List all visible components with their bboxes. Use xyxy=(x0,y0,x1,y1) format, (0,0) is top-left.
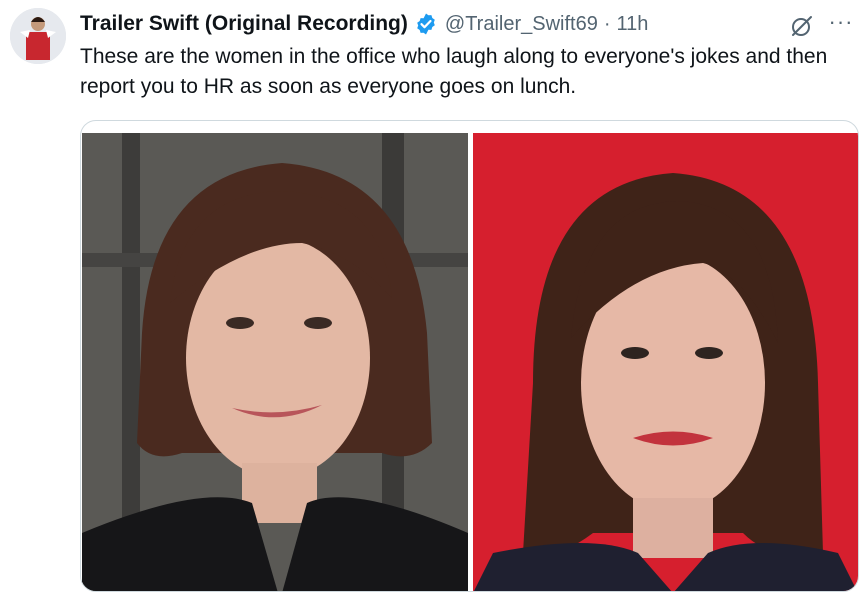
media-container[interactable] xyxy=(80,120,859,592)
photo-right[interactable] xyxy=(473,133,858,591)
photo-left-image xyxy=(82,133,468,591)
verified-badge-icon xyxy=(414,12,438,36)
separator-dot: · xyxy=(603,12,611,35)
display-name[interactable]: Trailer Swift (Original Recording) xyxy=(80,12,408,36)
photo-right-image xyxy=(473,133,858,591)
tweet-text: These are the women in the office who la… xyxy=(80,45,828,98)
avatar-image xyxy=(10,8,66,64)
timestamp[interactable]: 11h xyxy=(617,13,649,36)
more-options-icon[interactable]: ··· xyxy=(827,11,855,38)
photo-left[interactable] xyxy=(82,133,468,591)
tweet-header: Trailer Swift (Original Recording) @Trai… xyxy=(80,10,855,38)
user-handle[interactable]: @Trailer_Swift69 xyxy=(445,13,598,36)
grok-icon[interactable] xyxy=(789,13,815,39)
avatar[interactable] xyxy=(10,8,66,64)
